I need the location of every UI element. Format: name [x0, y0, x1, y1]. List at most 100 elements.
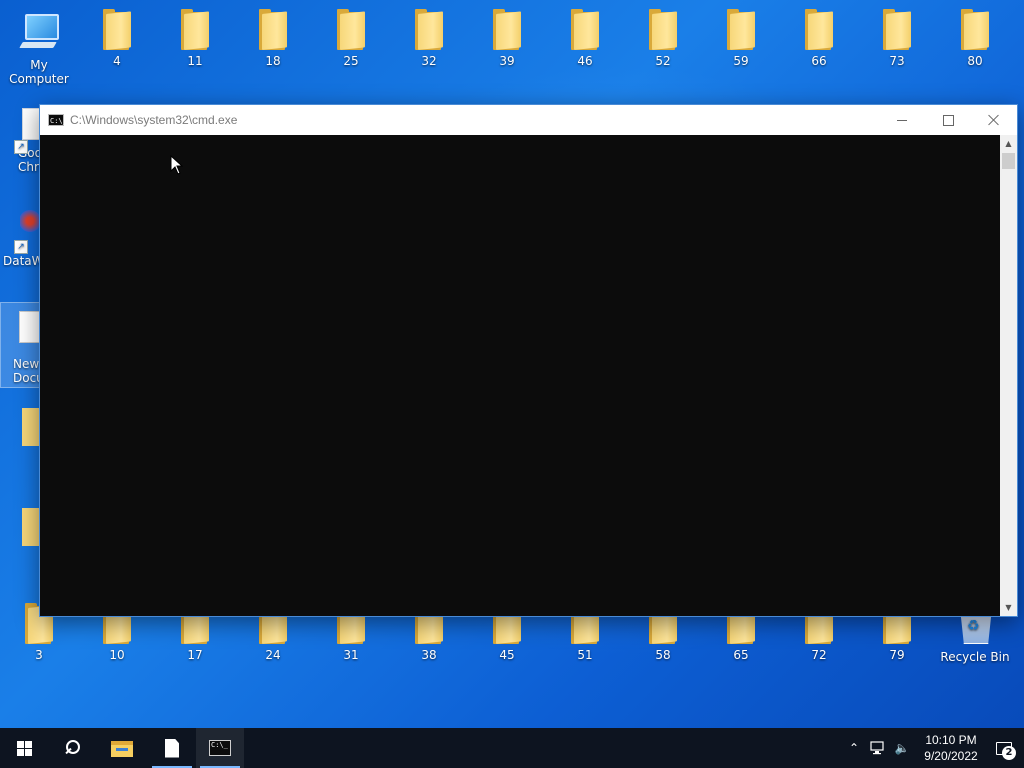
- folder-icon: [961, 9, 989, 50]
- scroll-thumb[interactable]: [1002, 153, 1015, 169]
- desktop-icon-label: 79: [889, 648, 905, 662]
- desktop-folder[interactable]: 73: [859, 2, 935, 74]
- vertical-scrollbar[interactable]: ▲ ▼: [1000, 135, 1017, 616]
- desktop-folder[interactable]: 4: [79, 2, 155, 74]
- taskbar-notepad[interactable]: [148, 728, 196, 768]
- desktop-icon-label: 73: [889, 54, 905, 68]
- desktop-icon-label: 46: [577, 54, 593, 68]
- desktop-icon-label: 66: [811, 54, 827, 68]
- desktop-icon-label: 80: [967, 54, 983, 68]
- desktop-folder[interactable]: 59: [703, 2, 779, 74]
- folder-icon: [493, 9, 521, 50]
- search-button[interactable]: [48, 728, 96, 768]
- cmd-window[interactable]: C:\_ C:\Windows\system32\cmd.exe ▲ ▼: [39, 104, 1018, 617]
- folder-icon: [727, 9, 755, 50]
- desktop-icon-label: 52: [655, 54, 671, 68]
- search-icon: [64, 740, 80, 756]
- desktop-icon-label: 25: [343, 54, 359, 68]
- folder-icon-partial[interactable]: [22, 408, 39, 446]
- desktop-folder[interactable]: 25: [313, 2, 389, 74]
- desktop-icon-label: 3: [35, 648, 43, 662]
- system-tray: ⌃ 🔈 10:10 PM 9/20/2022 2: [842, 728, 1024, 768]
- desktop-folder[interactable]: 66: [781, 2, 857, 74]
- desktop-folder[interactable]: 80: [937, 2, 1013, 74]
- cmd-window-icon[interactable]: C:\_: [48, 114, 67, 126]
- desktop-icon-label: 17: [187, 648, 203, 662]
- folder-icon: [259, 9, 287, 50]
- close-icon: [988, 114, 1000, 126]
- desktop-icon-label: 10: [109, 648, 125, 662]
- document-icon: [165, 738, 179, 758]
- desktop-icon-label: 58: [655, 648, 671, 662]
- desktop-icon-label: New Docu: [13, 357, 42, 385]
- desktop-icon-label: 18: [265, 54, 281, 68]
- desktop-icon-label: 59: [733, 54, 749, 68]
- cmd-titlebar[interactable]: C:\_ C:\Windows\system32\cmd.exe: [40, 105, 1017, 135]
- desktop-icon-label: 31: [343, 648, 359, 662]
- console-output[interactable]: [40, 135, 1000, 616]
- desktop-icon-label: 51: [577, 648, 593, 662]
- desktop-icon-label: 24: [265, 648, 281, 662]
- folder-icon: [103, 9, 131, 50]
- network-icon[interactable]: [866, 728, 890, 768]
- taskbar: C:\_ ⌃ 🔈 10:10 PM 9/20/2022 2: [0, 728, 1024, 768]
- desktop-icon-label: 11: [187, 54, 203, 68]
- desktop-icon-label: My Computer: [9, 58, 69, 86]
- scroll-down-arrow[interactable]: ▼: [1000, 599, 1017, 616]
- datawarrior-icon: [20, 206, 40, 236]
- folder-icon: [181, 9, 209, 50]
- folder-icon: [805, 9, 833, 50]
- folder-icon: [415, 9, 443, 50]
- desktop-folder[interactable]: 11: [157, 2, 233, 74]
- maximize-button[interactable]: [925, 105, 971, 135]
- file-explorer-icon: [111, 739, 133, 757]
- chrome-shortcut-icon: [22, 108, 40, 140]
- folder-icon-partial[interactable]: [22, 508, 39, 546]
- desktop-folder[interactable]: 39: [469, 2, 545, 74]
- close-button[interactable]: [971, 105, 1017, 135]
- folder-icon: [571, 9, 599, 50]
- desktop-icon-label: 38: [421, 648, 437, 662]
- maximize-icon: [942, 114, 954, 126]
- notification-count-badge: 2: [1002, 746, 1016, 760]
- minimize-button[interactable]: [879, 105, 925, 135]
- desktop-shortcut-chrome[interactable]: ↗ Goo Chro: [0, 108, 40, 188]
- desktop-icon-label: 4: [113, 54, 121, 68]
- shortcut-arrow-icon: ↗: [14, 140, 28, 154]
- clock-time: 10:10 PM: [925, 733, 977, 747]
- desktop-icon-label: Recycle Bin: [940, 650, 1010, 664]
- clock[interactable]: 10:10 PM 9/20/2022: [918, 732, 984, 764]
- show-hidden-icons-chevron-up-icon[interactable]: ⌃: [842, 728, 866, 768]
- desktop-folder[interactable]: 52: [625, 2, 701, 74]
- windows-logo-icon: [16, 740, 32, 756]
- desktop-folder[interactable]: 18: [235, 2, 311, 74]
- desktop-icon-label: 72: [811, 648, 827, 662]
- desktop-icon-label: 45: [499, 648, 515, 662]
- desktop-icon-label: DataW: [3, 254, 40, 268]
- volume-icon[interactable]: 🔈: [890, 728, 914, 768]
- computer-icon: [17, 12, 61, 54]
- start-button[interactable]: [0, 728, 48, 768]
- desktop-shortcut-datawarrior[interactable]: ↗ DataW: [0, 206, 40, 276]
- desktop-icon-label: 65: [733, 648, 749, 662]
- clock-date: 9/20/2022: [924, 749, 978, 763]
- minimize-icon: [897, 119, 907, 121]
- cmd-icon: C:\_: [209, 740, 231, 756]
- taskbar-file-explorer[interactable]: [98, 728, 146, 768]
- mouse-cursor-icon: [170, 155, 184, 175]
- shortcut-arrow-icon: ↗: [14, 240, 28, 254]
- desktop-folder[interactable]: 32: [391, 2, 467, 74]
- action-center-button[interactable]: 2: [984, 728, 1024, 768]
- desktop-icon-label: 32: [421, 54, 437, 68]
- scroll-up-arrow[interactable]: ▲: [1000, 135, 1017, 152]
- folder-icon: [337, 9, 365, 50]
- folder-icon: [649, 9, 677, 50]
- desktop-icon-my-computer[interactable]: My Computer: [1, 2, 77, 86]
- folder-icon: [883, 9, 911, 50]
- desktop-folder[interactable]: 46: [547, 2, 623, 74]
- desktop-icon-label: 39: [499, 54, 515, 68]
- window-title: C:\Windows\system32\cmd.exe: [70, 113, 238, 127]
- window-controls: [879, 105, 1017, 135]
- desktop-shortcut-new-document[interactable]: New Docu: [0, 302, 42, 388]
- taskbar-cmd[interactable]: C:\_: [196, 728, 244, 768]
